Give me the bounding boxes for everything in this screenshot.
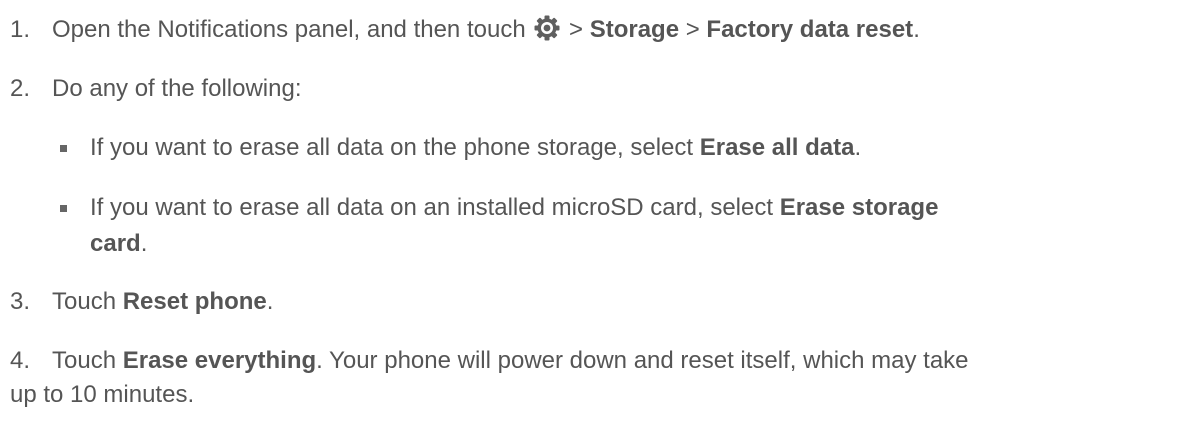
period: . [913,16,920,43]
step-number: 3. [10,288,31,315]
step-3-text-pre: Touch [52,288,117,315]
menu-item-factory-data-reset: Factory data reset [706,16,914,43]
step-text: Open the Notifications panel, and then t… [52,12,920,48]
step-text: Touch Reset phone. [52,284,273,320]
settings-gear-icon [534,15,560,41]
step-number: 2. [10,75,31,102]
bullet-text-continued: card. [90,226,147,262]
option-erase-storage-card: Erase storage [779,194,939,221]
bullet-2-text-pre: If you want to erase all data on an inst… [90,194,774,221]
step-number: 1. [10,16,31,43]
step-text: Do any of the following: [52,75,302,102]
bullet-1-text-pre: If you want to erase all data on the pho… [90,134,694,161]
step-4-text-post: . Your phone will power down and reset i… [316,347,969,374]
step-number: 4. [10,347,31,374]
bullet-text: If you want to erase all data on the pho… [90,130,861,166]
option-erase-all-data: Erase all data [699,134,855,161]
bullet-marker [60,205,67,212]
step-text: Touch Erase everything. Your phone will … [52,343,969,379]
period: . [140,230,148,257]
menu-item-storage: Storage [589,16,680,43]
period: . [266,288,274,315]
step-text-continued: up to 10 minutes. [10,377,194,413]
bullet-marker [60,145,67,152]
breadcrumb-separator: > [685,16,700,43]
step-4-text-pre: Touch [52,347,117,374]
step-4-text-continued: up to 10 minutes. [10,381,195,408]
button-erase-everything: Erase everything [122,347,317,374]
breadcrumb-separator: > [569,16,584,43]
option-erase-storage-card-cont: card [90,230,141,257]
instructions-document: 1. Open the Notifications panel, and the… [0,0,1192,446]
step-1-text-pre: Open the Notifications panel, and then t… [52,16,526,43]
period: . [854,134,862,161]
button-reset-phone: Reset phone [122,288,267,315]
bullet-text: If you want to erase all data on an inst… [90,190,938,226]
